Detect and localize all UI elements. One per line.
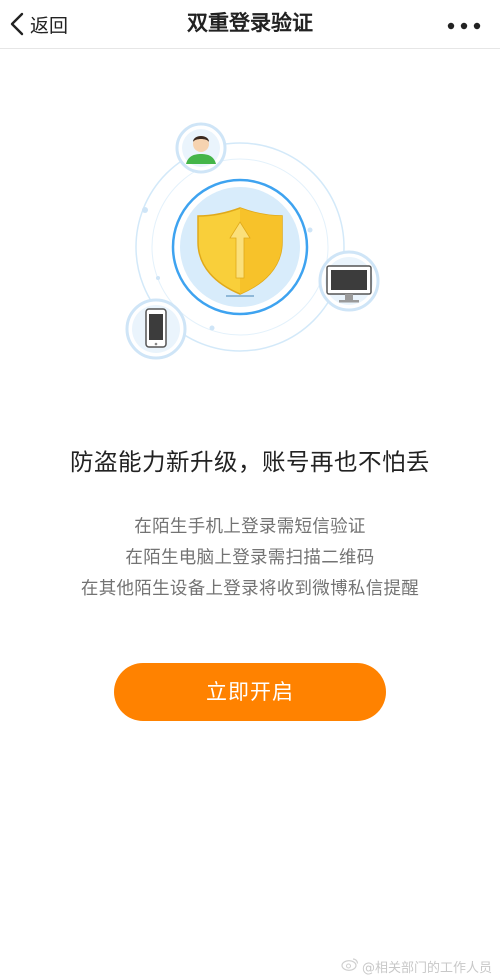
nav-bar: 返回 双重登录验证 xyxy=(0,0,500,49)
more-button[interactable] xyxy=(442,10,486,38)
watermark: @相关部门的工作人员 xyxy=(341,956,492,976)
description-line: 在陌生电脑上登录需扫描二维码 xyxy=(125,548,375,568)
smartphone-icon xyxy=(125,298,187,360)
monitor-icon xyxy=(318,250,380,312)
two-factor-page: 返回 双重登录验证 防盗能力新升级，账号再也不怕丢 在陌生手机上登录需短信验证 … xyxy=(0,0,500,980)
description-line: 在其他陌生设备上登录将收到微博私信提醒 xyxy=(80,579,420,599)
headline: 防盗能力新升级，账号再也不怕丢 xyxy=(70,448,430,476)
back-label: 返回 xyxy=(30,14,69,37)
page-title: 双重登录验证 xyxy=(187,11,313,35)
enable-now-button[interactable]: 立即开启 xyxy=(114,663,386,721)
watermark-text: @相关部门的工作人员 xyxy=(361,960,492,976)
shield-icon xyxy=(171,178,309,316)
user-avatar-icon xyxy=(175,122,227,174)
back-button[interactable]: 返回 xyxy=(10,6,68,42)
more-horizontal-icon xyxy=(447,15,481,34)
chevron-left-icon xyxy=(10,12,24,36)
security-illustration xyxy=(100,110,400,370)
weibo-logo-icon xyxy=(341,957,359,975)
description-line: 在陌生手机上登录需短信验证 xyxy=(134,517,366,537)
